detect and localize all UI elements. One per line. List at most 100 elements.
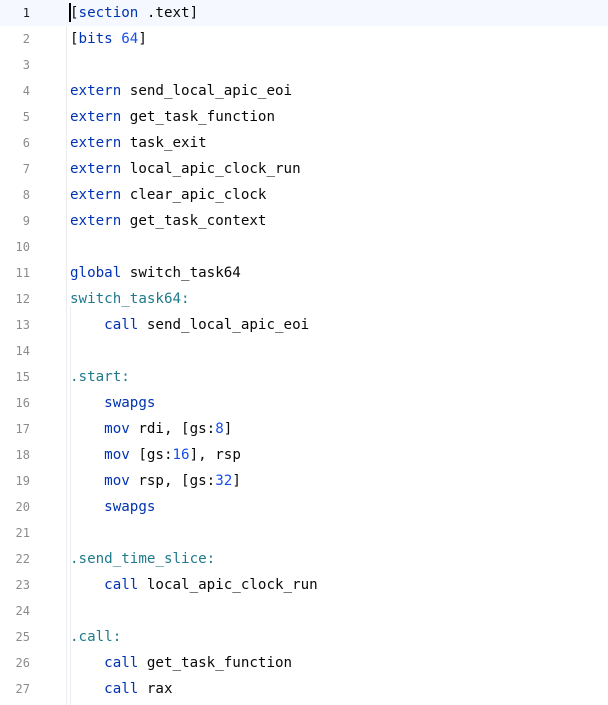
code-text[interactable]: switch_task64: bbox=[70, 286, 190, 312]
code-line[interactable]: 21 bbox=[0, 520, 608, 546]
code-text[interactable]: .start: bbox=[70, 364, 130, 390]
code-text[interactable]: mov [gs:16], rsp bbox=[70, 442, 241, 468]
code-line[interactable]: 9 extern get_task_context bbox=[0, 208, 608, 234]
code-text[interactable]: extern get_task_function bbox=[70, 104, 275, 130]
code-text[interactable]: mov rsp, [gs:32] bbox=[70, 468, 241, 494]
code-line[interactable]: 6 extern task_exit bbox=[0, 130, 608, 156]
line-number: 11 bbox=[15, 266, 30, 280]
text-token: rax bbox=[138, 681, 173, 697]
code-line[interactable]: 27 call rax bbox=[0, 676, 608, 702]
keyword-token: extern bbox=[70, 187, 122, 203]
code-text[interactable]: call get_task_function bbox=[70, 650, 292, 676]
code-text[interactable]: extern send_local_apic_eoi bbox=[70, 78, 292, 104]
label-token: .start: bbox=[70, 369, 130, 385]
keyword-token: extern bbox=[70, 161, 122, 177]
number-token: 16 bbox=[172, 447, 190, 463]
code-line[interactable]: 11 global switch_task64 bbox=[0, 260, 608, 286]
text-token: send_local_apic_eoi bbox=[121, 83, 293, 99]
code-text[interactable]: call rax bbox=[70, 676, 173, 702]
code-text[interactable]: extern get_task_context bbox=[70, 208, 266, 234]
code-line[interactable]: 12 switch_task64: bbox=[0, 286, 608, 312]
code-text[interactable]: extern task_exit bbox=[70, 130, 207, 156]
code-line[interactable]: 2 [bits 64] bbox=[0, 26, 608, 52]
text-token: rdi, [gs: bbox=[129, 421, 216, 437]
code-text[interactable]: call local_apic_clock_run bbox=[70, 572, 318, 598]
line-number: 10 bbox=[15, 240, 30, 254]
keyword-token: extern bbox=[70, 109, 122, 125]
text-token: ] bbox=[232, 473, 241, 489]
text-token: clear_apic_clock bbox=[121, 187, 267, 203]
keyword-token: extern bbox=[70, 83, 122, 99]
code-line[interactable]: 4 extern send_local_apic_eoi bbox=[0, 78, 608, 104]
code-text[interactable]: extern local_apic_clock_run bbox=[70, 156, 301, 182]
code-text[interactable]: [section .text] bbox=[70, 0, 198, 26]
number-token: 64 bbox=[121, 31, 139, 47]
text-token: [ bbox=[70, 5, 79, 21]
code-line[interactable]: 19 mov rsp, [gs:32] bbox=[0, 468, 608, 494]
code-line[interactable]: 7 extern local_apic_clock_run bbox=[0, 156, 608, 182]
code-line[interactable]: 5 extern get_task_function bbox=[0, 104, 608, 130]
code-line[interactable]: 15 .start: bbox=[0, 364, 608, 390]
line-number: 13 bbox=[15, 318, 30, 332]
text-token: ], rsp bbox=[189, 447, 241, 463]
text-token: switch_task64 bbox=[121, 265, 241, 281]
text-token: [ bbox=[70, 31, 79, 47]
line-number: 3 bbox=[22, 58, 30, 72]
keyword-token: swapgs bbox=[104, 395, 156, 411]
line-number: 23 bbox=[15, 578, 30, 592]
code-line[interactable]: 20 swapgs bbox=[0, 494, 608, 520]
text-token: get_task_function bbox=[138, 655, 293, 671]
code-line[interactable]: 26 call get_task_function bbox=[0, 650, 608, 676]
line-number: 20 bbox=[15, 500, 30, 514]
text-token: local_apic_clock_run bbox=[121, 161, 301, 177]
code-line[interactable]: 18 mov [gs:16], rsp bbox=[0, 442, 608, 468]
code-text[interactable]: swapgs bbox=[70, 390, 155, 416]
code-line[interactable]: 3 bbox=[0, 52, 608, 78]
code-line[interactable]: 10 bbox=[0, 234, 608, 260]
code-line[interactable]: 16 swapgs bbox=[0, 390, 608, 416]
code-line[interactable]: 24 bbox=[0, 598, 608, 624]
keyword-token: mov bbox=[104, 473, 130, 489]
keyword-token: mov bbox=[104, 447, 130, 463]
label-token: .call: bbox=[70, 629, 122, 645]
code-text[interactable]: extern clear_apic_clock bbox=[70, 182, 266, 208]
code-text[interactable]: .send_time_slice: bbox=[70, 546, 215, 572]
text-token: send_local_apic_eoi bbox=[138, 317, 310, 333]
text-token: rsp, [gs: bbox=[129, 473, 216, 489]
line-number: 4 bbox=[22, 84, 30, 98]
code-line[interactable]: 1 [section .text] bbox=[0, 0, 608, 26]
line-number: 18 bbox=[15, 448, 30, 462]
line-number: 6 bbox=[22, 136, 30, 150]
code-text[interactable]: call send_local_apic_eoi bbox=[70, 312, 309, 338]
line-number: 2 bbox=[22, 32, 30, 46]
code-text[interactable]: global switch_task64 bbox=[70, 260, 241, 286]
label-token: .send_time_slice: bbox=[70, 551, 216, 567]
line-number: 19 bbox=[15, 474, 30, 488]
indent-guide bbox=[70, 306, 71, 705]
code-line[interactable]: 22 .send_time_slice: bbox=[0, 546, 608, 572]
code-text[interactable]: swapgs bbox=[70, 494, 155, 520]
code-text[interactable]: .call: bbox=[70, 624, 121, 650]
code-line[interactable]: 13 call send_local_apic_eoi bbox=[0, 312, 608, 338]
code-line[interactable]: 14 bbox=[0, 338, 608, 364]
text-caret bbox=[69, 3, 71, 22]
line-number: 7 bbox=[22, 162, 30, 176]
code-text[interactable]: mov rdi, [gs:8] bbox=[70, 416, 232, 442]
code-line[interactable]: 8 extern clear_apic_clock bbox=[0, 182, 608, 208]
code-line[interactable]: 25 .call: bbox=[0, 624, 608, 650]
code-line[interactable]: 17 mov rdi, [gs:8] bbox=[0, 416, 608, 442]
keyword-token: section bbox=[78, 5, 139, 21]
code-line[interactable]: 23 call local_apic_clock_run bbox=[0, 572, 608, 598]
text-token: task_exit bbox=[121, 135, 207, 151]
keyword-token: swapgs bbox=[104, 499, 156, 515]
line-number: 1 bbox=[22, 6, 30, 20]
line-number: 21 bbox=[15, 526, 30, 540]
line-number: 12 bbox=[15, 292, 30, 306]
code-editor[interactable]: 1 [section .text] 2 [bits 64] 3 4 extern send_… bbox=[0, 0, 608, 705]
code-text[interactable]: [bits 64] bbox=[70, 26, 147, 52]
line-number: 25 bbox=[15, 630, 30, 644]
